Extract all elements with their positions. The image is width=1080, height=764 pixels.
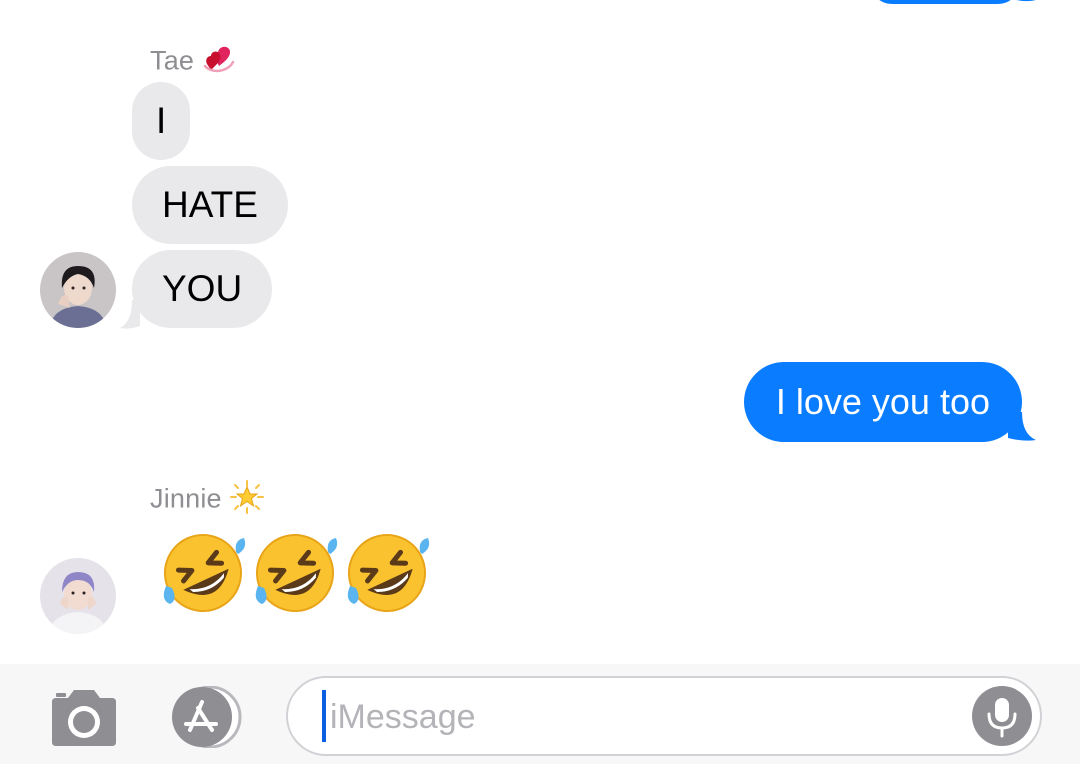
microphone-button[interactable] (972, 686, 1032, 746)
emoji-message[interactable] (160, 530, 430, 616)
outgoing-message-bubble-partial[interactable] (870, 0, 1020, 4)
sender-name-jinnie: Jinnie (150, 480, 264, 521)
rolling-on-floor-laughing-emoji (163, 534, 246, 612)
sender-name-tae: Tae (150, 42, 236, 83)
text-caret (322, 690, 326, 742)
bubble-tail (120, 300, 140, 329)
camera-button[interactable] (48, 688, 120, 748)
app-store-icon (172, 685, 242, 749)
incoming-message-bubble[interactable]: YOU (132, 250, 273, 328)
camera-icon (52, 690, 116, 746)
outgoing-message-bubble[interactable]: I love you too (743, 362, 1022, 442)
incoming-message-bubble[interactable]: I (132, 82, 191, 160)
microphone-icon (987, 698, 1017, 738)
rolling-on-floor-laughing-emoji (255, 534, 338, 612)
rolling-on-floor-laughing-emoji (347, 534, 430, 612)
imessage-screen: Tae I HATE YOU I love you too Jinnie iMe… (0, 0, 1080, 764)
avatar-tae[interactable] (40, 252, 116, 328)
bubble-tail (1016, 0, 1036, 2)
incoming-message-bubble[interactable]: HATE (132, 166, 288, 244)
message-field[interactable]: iMessage (286, 676, 1042, 756)
avatar-jinnie[interactable] (40, 558, 116, 634)
glowing-star-icon (229, 480, 264, 521)
message-placeholder: iMessage (330, 698, 476, 736)
two-hearts-icon (202, 42, 236, 83)
apps-button[interactable] (164, 685, 250, 749)
bubble-tail (1008, 412, 1036, 441)
